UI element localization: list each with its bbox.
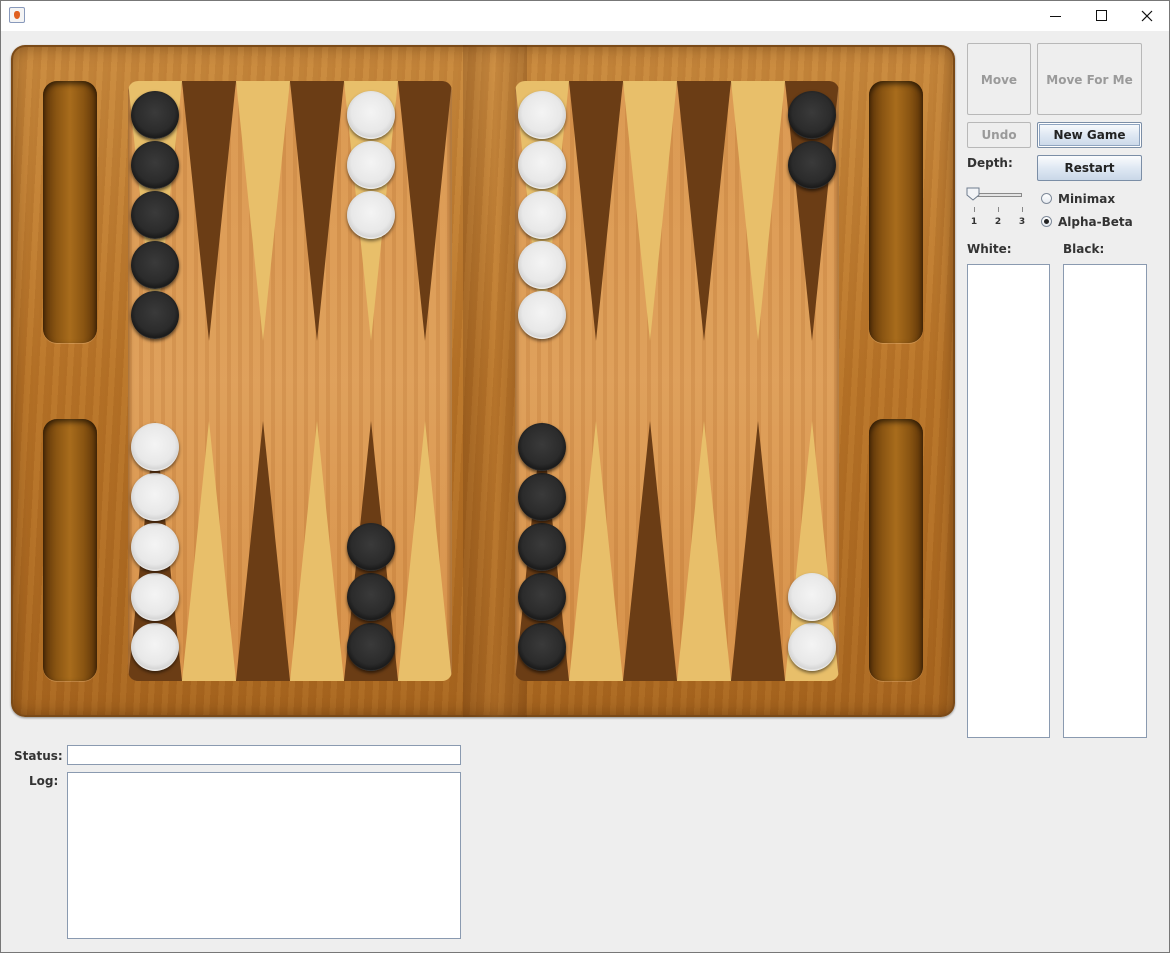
board-point-bottom[interactable] [677, 421, 731, 681]
depth-tick [974, 207, 975, 212]
depth-slider-thumb[interactable] [966, 187, 980, 201]
white-moves-label: White: [967, 242, 1012, 256]
white-checker[interactable] [518, 91, 566, 139]
white-checker[interactable] [518, 191, 566, 239]
white-checker[interactable] [347, 191, 395, 239]
white-checker[interactable] [131, 573, 179, 621]
black-checker[interactable] [518, 623, 566, 671]
board-point-bottom[interactable] [290, 421, 344, 681]
depth-tick-label: 2 [994, 217, 1002, 227]
white-checker[interactable] [788, 623, 836, 671]
log-label: Log: [29, 774, 59, 788]
move-button[interactable]: Move [967, 43, 1031, 115]
black-checker[interactable] [518, 473, 566, 521]
black-checker[interactable] [131, 191, 179, 239]
white-checker[interactable] [788, 573, 836, 621]
depth-tick-label: 3 [1018, 217, 1026, 227]
board-point-top[interactable] [182, 81, 236, 341]
minimize-button[interactable] [1032, 1, 1078, 31]
bear-off-tray-top-left[interactable] [43, 81, 97, 343]
bear-off-tray-bottom-right[interactable] [869, 419, 923, 681]
board-point-bottom[interactable] [569, 421, 623, 681]
black-checker[interactable] [518, 523, 566, 571]
black-checker[interactable] [518, 573, 566, 621]
new-game-button[interactable]: New Game [1037, 122, 1142, 148]
black-checker[interactable] [131, 291, 179, 339]
alpha-beta-radio[interactable] [1041, 216, 1052, 227]
white-checker[interactable] [131, 523, 179, 571]
black-checker[interactable] [347, 573, 395, 621]
white-checker[interactable] [131, 623, 179, 671]
maximize-icon [1096, 10, 1107, 21]
black-checker[interactable] [131, 91, 179, 139]
black-checker[interactable] [131, 241, 179, 289]
board-point-top[interactable] [731, 81, 785, 341]
restart-button[interactable]: Restart [1037, 155, 1142, 181]
black-checker[interactable] [131, 141, 179, 189]
close-button[interactable] [1124, 1, 1170, 31]
white-checker[interactable] [518, 241, 566, 289]
white-checker[interactable] [518, 291, 566, 339]
board-point-bottom[interactable] [236, 421, 290, 681]
white-checker[interactable] [131, 473, 179, 521]
depth-label: Depth: [967, 156, 1013, 170]
minimax-label[interactable]: Minimax [1058, 192, 1115, 206]
white-moves-list[interactable] [967, 264, 1050, 738]
black-moves-label: Black: [1063, 242, 1105, 256]
status-field[interactable] [67, 745, 461, 765]
black-moves-list[interactable] [1063, 264, 1147, 738]
black-checker[interactable] [518, 423, 566, 471]
board-quadrant-right[interactable] [515, 81, 839, 681]
bear-off-tray-bottom-left[interactable] [43, 419, 97, 681]
board-point-bottom[interactable] [623, 421, 677, 681]
board-point-bottom[interactable] [182, 421, 236, 681]
title-bar [1, 1, 1169, 31]
board-point-top[interactable] [398, 81, 452, 341]
board-point-top[interactable] [677, 81, 731, 341]
status-label: Status: [14, 749, 63, 763]
maximize-button[interactable] [1078, 1, 1124, 31]
depth-tick [1022, 207, 1023, 212]
depth-tick [998, 207, 999, 212]
black-checker[interactable] [788, 91, 836, 139]
depth-tick-label: 1 [970, 217, 978, 227]
bear-off-tray-top-right[interactable] [869, 81, 923, 343]
white-checker[interactable] [518, 141, 566, 189]
board-point-top[interactable] [290, 81, 344, 341]
white-checker[interactable] [131, 423, 179, 471]
java-app-icon [9, 7, 25, 23]
board-point-bottom[interactable] [398, 421, 452, 681]
white-checker[interactable] [347, 91, 395, 139]
minimax-radio[interactable] [1041, 193, 1052, 204]
white-checker[interactable] [347, 141, 395, 189]
board-point-top[interactable] [236, 81, 290, 341]
close-icon [1141, 10, 1153, 22]
alpha-beta-label[interactable]: Alpha-Beta [1058, 215, 1133, 229]
minimize-icon [1050, 16, 1061, 17]
undo-button[interactable]: Undo [967, 122, 1031, 148]
black-checker[interactable] [347, 523, 395, 571]
black-checker[interactable] [788, 141, 836, 189]
log-area[interactable] [67, 772, 461, 939]
board-quadrant-left[interactable] [128, 81, 452, 681]
board-point-bottom[interactable] [731, 421, 785, 681]
board-point-top[interactable] [623, 81, 677, 341]
black-checker[interactable] [347, 623, 395, 671]
board-point-top[interactable] [569, 81, 623, 341]
move-for-me-button[interactable]: Move For Me [1037, 43, 1142, 115]
